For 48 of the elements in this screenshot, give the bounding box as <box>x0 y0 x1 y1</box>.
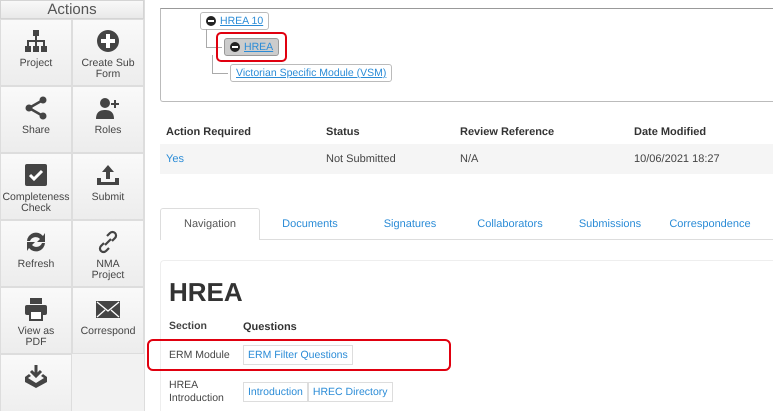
question-link[interactable]: HREC Directory <box>308 382 393 402</box>
user-plus-button[interactable]: Roles <box>72 86 144 153</box>
plus-button[interactable]: Create Sub Form <box>72 19 144 86</box>
printer-button[interactable]: View as PDF <box>0 287 72 354</box>
connector-line <box>206 29 222 48</box>
tab[interactable]: Correspondence <box>660 208 760 240</box>
hierarchy-icon <box>23 28 49 54</box>
table-cell: N/A <box>454 144 628 174</box>
column-header: Action Required <box>165 124 252 140</box>
question-link[interactable]: ERM Filter Questions <box>243 345 353 365</box>
table-cell: 10/06/2021 18:27 <box>628 144 773 174</box>
check-icon <box>23 162 49 188</box>
share-button[interactable]: Share <box>0 86 72 153</box>
collapse-icon[interactable] <box>206 16 216 26</box>
download-icon <box>23 363 49 389</box>
column-header: Status <box>325 124 361 140</box>
section-heading: HREA <box>169 277 244 308</box>
tab[interactable]: Documents <box>260 208 360 240</box>
section-label: ERM Module <box>169 348 231 362</box>
tree-node[interactable]: HREA <box>224 38 280 56</box>
envelope-button[interactable]: Correspond <box>72 287 144 354</box>
table-link[interactable]: Yes <box>160 144 320 174</box>
column-header: Review Reference <box>459 124 556 140</box>
section-label: HREA Introduction <box>169 379 225 405</box>
upload-button[interactable]: Submit <box>72 153 144 220</box>
download-button[interactable] <box>0 354 72 411</box>
hierarchy-button[interactable]: Project <box>0 19 72 86</box>
printer-icon <box>23 296 49 322</box>
collapse-icon[interactable] <box>230 42 240 52</box>
sidebar-title: Actions <box>0 0 144 19</box>
column-header: Section <box>169 320 208 333</box>
question-link[interactable]: Introduction <box>243 382 308 402</box>
tab[interactable]: Submissions <box>560 208 660 240</box>
plus-icon <box>95 28 121 54</box>
connector-line <box>212 55 228 74</box>
table-cell: Not Submitted <box>320 144 454 174</box>
column-header: Date Modified <box>633 124 708 140</box>
share-icon <box>23 95 49 121</box>
user-plus-icon <box>95 95 121 121</box>
check-button[interactable]: Completeness Check <box>0 153 72 220</box>
tab[interactable]: Signatures <box>360 208 460 240</box>
refresh-button[interactable]: Refresh <box>0 220 72 287</box>
column-header: Questions <box>243 320 297 332</box>
tree-node[interactable]: Victorian Specific Module (VSM) <box>230 64 392 82</box>
tree-node[interactable]: HREA 10 <box>200 12 270 30</box>
tab[interactable]: Collaborators <box>460 208 560 240</box>
link-button[interactable]: NMA Project <box>72 220 144 287</box>
tab[interactable]: Navigation <box>160 208 260 240</box>
